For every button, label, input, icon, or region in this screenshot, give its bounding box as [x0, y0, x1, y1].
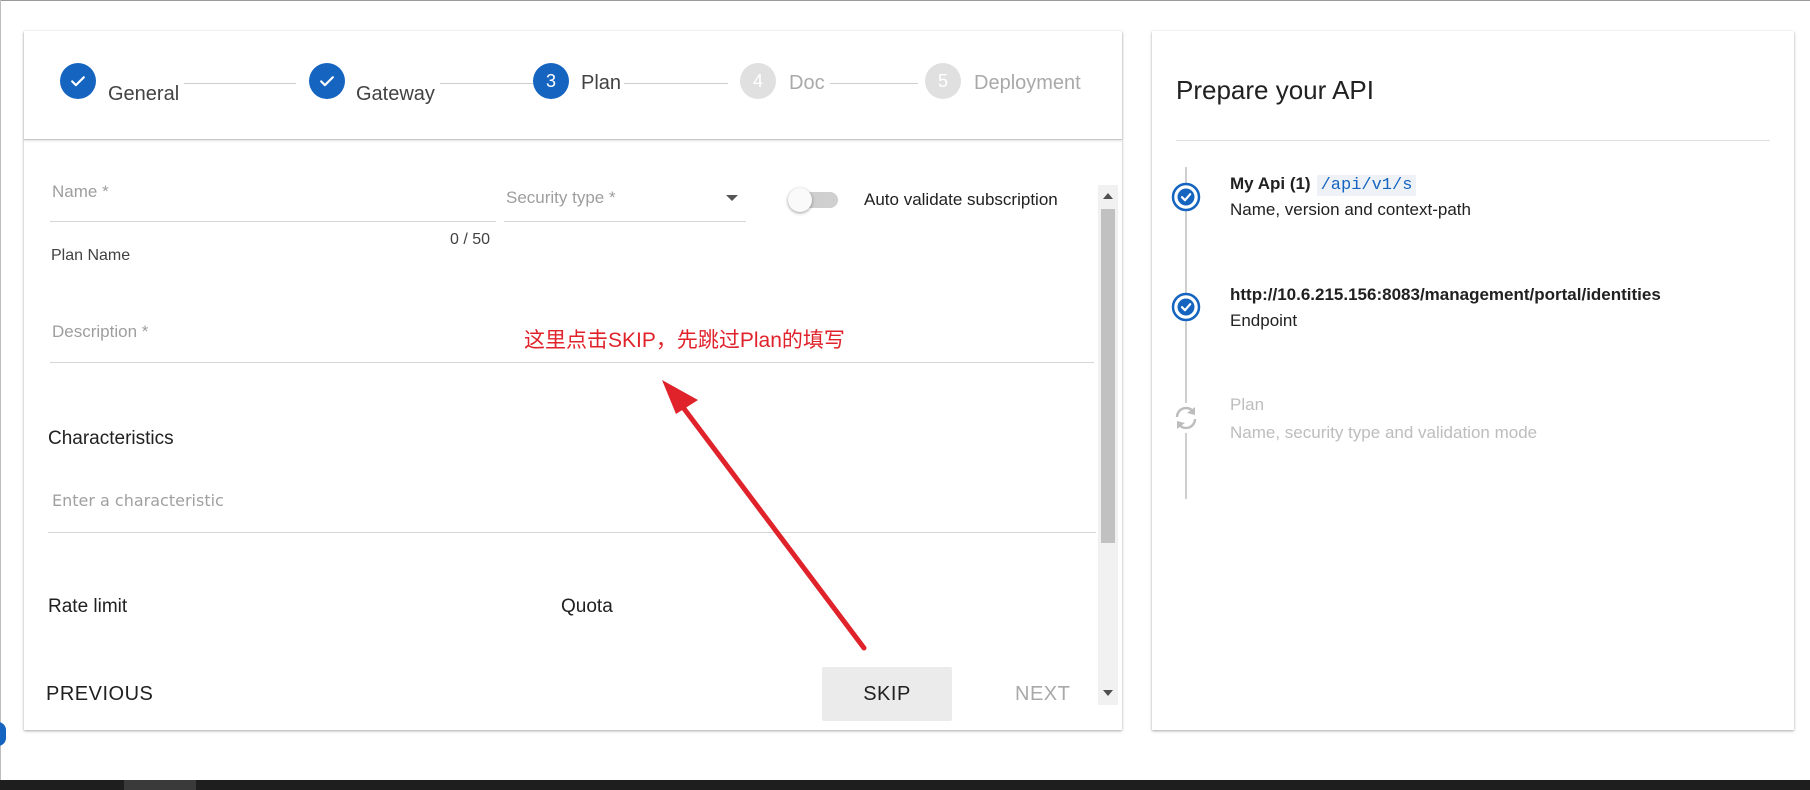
step-doc-number[interactable]: 4	[740, 63, 776, 99]
characteristic-input[interactable]: Enter a characteristic	[52, 491, 224, 510]
plan-step-subtitle: Name, security type and validation mode	[1230, 423, 1538, 442]
scrollbar-thumb[interactable]	[1101, 209, 1115, 543]
dropdown-arrow-icon[interactable]	[726, 195, 738, 201]
step-general-check-icon[interactable]	[60, 63, 96, 99]
name-counter: 0 / 50	[450, 231, 491, 248]
characteristic-underline	[48, 532, 1096, 533]
api-name: My Api (1)	[1230, 174, 1311, 193]
step-plan-label[interactable]: Plan	[581, 72, 621, 95]
step-connector	[624, 83, 728, 84]
description-underline	[50, 362, 1094, 363]
window-top-border	[0, 0, 1810, 1]
plan-step-title: Plan	[1230, 395, 1265, 414]
check-circle-icon	[1171, 182, 1201, 212]
plan-wizard-card: General Gateway 3 Plan 4 Doc 5 Deploymen…	[24, 31, 1122, 730]
quota-title: Quota	[561, 596, 613, 617]
window-left-border	[0, 0, 1, 780]
wizard-stepper: General Gateway 3 Plan 4 Doc 5 Deploymen…	[24, 31, 1122, 140]
taskbar-item[interactable]	[124, 780, 196, 790]
scroll-up-arrow-icon[interactable]	[1103, 193, 1113, 199]
step-general-label[interactable]: General	[108, 83, 179, 106]
auto-validate-label: Auto validate subscription	[864, 190, 1058, 209]
name-input[interactable]: Name *	[52, 182, 109, 202]
name-underline	[50, 221, 496, 222]
previous-button[interactable]: PREVIOUS	[46, 676, 153, 712]
description-input[interactable]: Description *	[52, 322, 148, 342]
plan-form: Name * 0 / 50 Plan Name Security type * …	[24, 140, 1122, 730]
taskbar	[0, 780, 1810, 790]
step-doc-label[interactable]: Doc	[789, 72, 825, 95]
characteristics-title: Characteristics	[48, 428, 174, 449]
timeline-line	[1185, 167, 1187, 499]
edge-indicator	[0, 722, 6, 746]
next-button[interactable]: NEXT	[1015, 667, 1070, 721]
instruction-annotation: 这里点击SKIP，先跳过Plan的填写	[524, 329, 845, 352]
toggle-thumb[interactable]	[788, 188, 812, 212]
summary-title: Prepare your API	[1176, 75, 1374, 105]
step-gateway-check-icon[interactable]	[309, 63, 345, 99]
api-name-subtitle: Name, version and context-path	[1230, 200, 1471, 219]
context-path-code: /api/v1/s	[1316, 175, 1417, 196]
scroll-down-arrow-icon[interactable]	[1103, 690, 1113, 696]
sync-icon	[1171, 403, 1201, 433]
step-gateway-label[interactable]: Gateway	[356, 83, 435, 106]
security-type-select[interactable]: Security type *	[506, 188, 616, 208]
name-hint: Plan Name	[51, 247, 131, 264]
check-circle-icon	[1171, 292, 1201, 322]
rate-limit-title: Rate limit	[48, 596, 128, 617]
security-type-underline	[504, 221, 746, 222]
form-scrollbar[interactable]	[1098, 185, 1118, 705]
step-connector	[184, 83, 296, 84]
endpoint-title: http://10.6.215.156:8083/management/port…	[1230, 285, 1661, 304]
step-plan-number[interactable]: 3	[533, 63, 569, 99]
step-connector	[440, 83, 544, 84]
summary-divider	[1176, 140, 1770, 141]
skip-button[interactable]: SKIP	[822, 667, 952, 721]
step-deployment-label[interactable]: Deployment	[974, 72, 1081, 95]
endpoint-subtitle: Endpoint	[1230, 311, 1298, 330]
api-name-title: My Api (1) /api/v1/s	[1230, 174, 1417, 196]
step-deployment-number[interactable]: 5	[925, 63, 961, 99]
step-connector	[830, 83, 918, 84]
summary-card: Prepare your API My Api (1) /api/v1/s Nam…	[1152, 31, 1794, 730]
